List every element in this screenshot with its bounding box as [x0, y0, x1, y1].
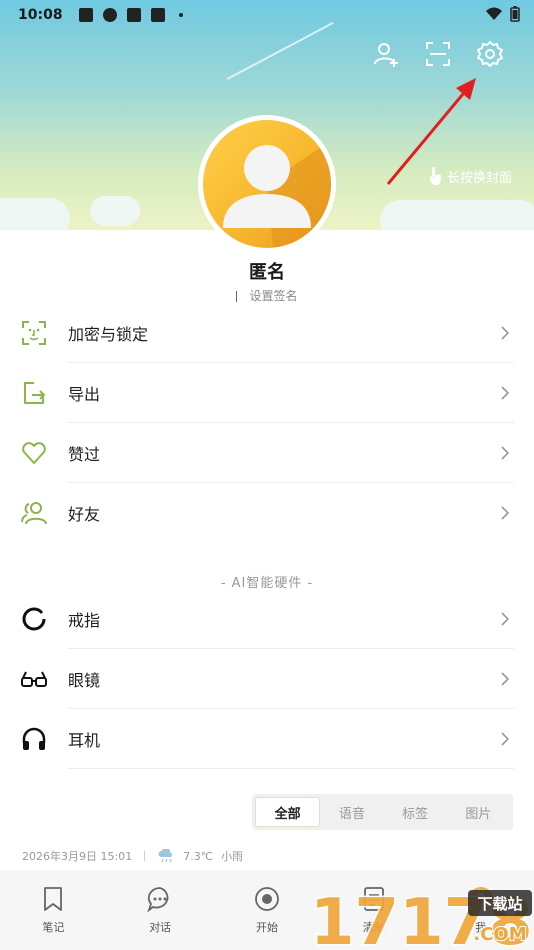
face-lock-icon	[22, 321, 46, 345]
tab-images[interactable]: 图片	[447, 797, 510, 827]
text-cursor	[236, 291, 238, 302]
wifi-icon	[486, 7, 502, 20]
cloud-decoration	[90, 196, 140, 226]
notification-icon	[150, 8, 165, 22]
menu-item-glasses[interactable]: 眼镜	[0, 649, 534, 709]
add-friend-icon[interactable]	[372, 40, 400, 68]
tab-voice[interactable]: 语音	[320, 797, 383, 827]
entry-meta: 2026年3月9日 15:01 7.3℃ 小雨	[22, 848, 243, 864]
menu-item-ring[interactable]: 戒指	[0, 589, 534, 649]
entry-date: 2026年3月9日 15:01	[22, 850, 133, 863]
bookmark-icon	[44, 887, 63, 911]
username[interactable]: 匿名	[0, 258, 534, 284]
user-silhouette-icon	[223, 140, 331, 248]
chevron-right-icon	[501, 506, 510, 520]
divider	[144, 851, 146, 861]
status-bar: 10:08	[0, 0, 534, 30]
chevron-right-icon	[501, 612, 510, 626]
sync-icon	[102, 8, 117, 22]
chevron-right-icon	[501, 732, 510, 746]
watermark-badge: 下载站	[477, 895, 522, 913]
settings-icon[interactable]	[476, 40, 504, 68]
notification-icon	[126, 8, 141, 22]
notification-icon	[78, 8, 93, 22]
battery-icon	[510, 6, 520, 22]
scan-icon[interactable]	[424, 40, 452, 68]
nav-item-chat[interactable]: 对话	[107, 870, 214, 950]
menu-item-liked[interactable]: 赞过	[0, 423, 534, 483]
chat-bubble-icon	[147, 887, 169, 913]
menu-label: 戒指	[68, 611, 101, 630]
tab-tags[interactable]: 标签	[384, 797, 447, 827]
profile-menu: 加密与锁定 导出 赞过 好友	[0, 303, 534, 543]
entry-weather: 小雨	[221, 850, 244, 863]
chevron-right-icon	[501, 326, 510, 340]
chevron-right-icon	[501, 672, 510, 686]
menu-label: 加密与锁定	[68, 325, 149, 344]
rain-cloud-icon	[158, 849, 173, 863]
nav-label: 笔记	[42, 921, 65, 934]
menu-label: 好友	[68, 505, 101, 524]
record-icon	[255, 887, 279, 911]
header-actions	[372, 40, 504, 68]
menu-label: 赞过	[68, 445, 101, 464]
headphones-icon	[22, 727, 46, 750]
entry-temperature: 7.3℃	[183, 849, 214, 863]
export-icon	[24, 382, 46, 404]
watermark-domain: .COM	[473, 924, 526, 945]
ring-icon	[22, 607, 46, 631]
cover-hint: 长按换封面	[427, 166, 512, 186]
avatar[interactable]	[198, 115, 336, 253]
chevron-right-icon	[501, 386, 510, 400]
friends-icon	[21, 502, 47, 525]
nav-item-notes[interactable]: 笔记	[0, 870, 107, 950]
menu-label: 导出	[68, 385, 101, 404]
signature-placeholder: 设置签名	[249, 289, 298, 303]
touch-hand-icon	[429, 167, 441, 185]
cloud-decoration	[0, 198, 70, 230]
menu-item-friends[interactable]: 好友	[0, 483, 534, 543]
status-time: 10:08	[18, 7, 63, 23]
status-right	[486, 6, 520, 22]
site-watermark: 17178 下载站 .COM	[309, 885, 534, 950]
nav-label: 对话	[149, 921, 172, 934]
heart-icon	[22, 442, 46, 464]
cover-hint-text: 长按换封面	[446, 170, 512, 186]
hardware-menu: 戒指 眼镜 耳机	[0, 589, 534, 769]
divider	[68, 768, 514, 769]
filter-tabs: 全部 语音 标签 图片	[252, 794, 513, 830]
nav-item-start[interactable]: 开始	[214, 870, 321, 950]
menu-item-export[interactable]: 导出	[0, 363, 534, 423]
glasses-icon	[21, 671, 47, 687]
chevron-right-icon	[501, 446, 510, 460]
more-dot-icon	[178, 13, 183, 17]
cloud-decoration	[380, 200, 534, 230]
menu-item-encrypt-lock[interactable]: 加密与锁定	[0, 303, 534, 363]
menu-label: 眼镜	[68, 671, 101, 690]
light-streak	[226, 21, 334, 81]
nav-label: 开始	[255, 921, 278, 934]
signature-field[interactable]: 设置签名	[0, 287, 534, 304]
menu-label: 耳机	[68, 731, 101, 750]
menu-item-headphones[interactable]: 耳机	[0, 709, 534, 769]
tab-all[interactable]: 全部	[255, 797, 321, 827]
